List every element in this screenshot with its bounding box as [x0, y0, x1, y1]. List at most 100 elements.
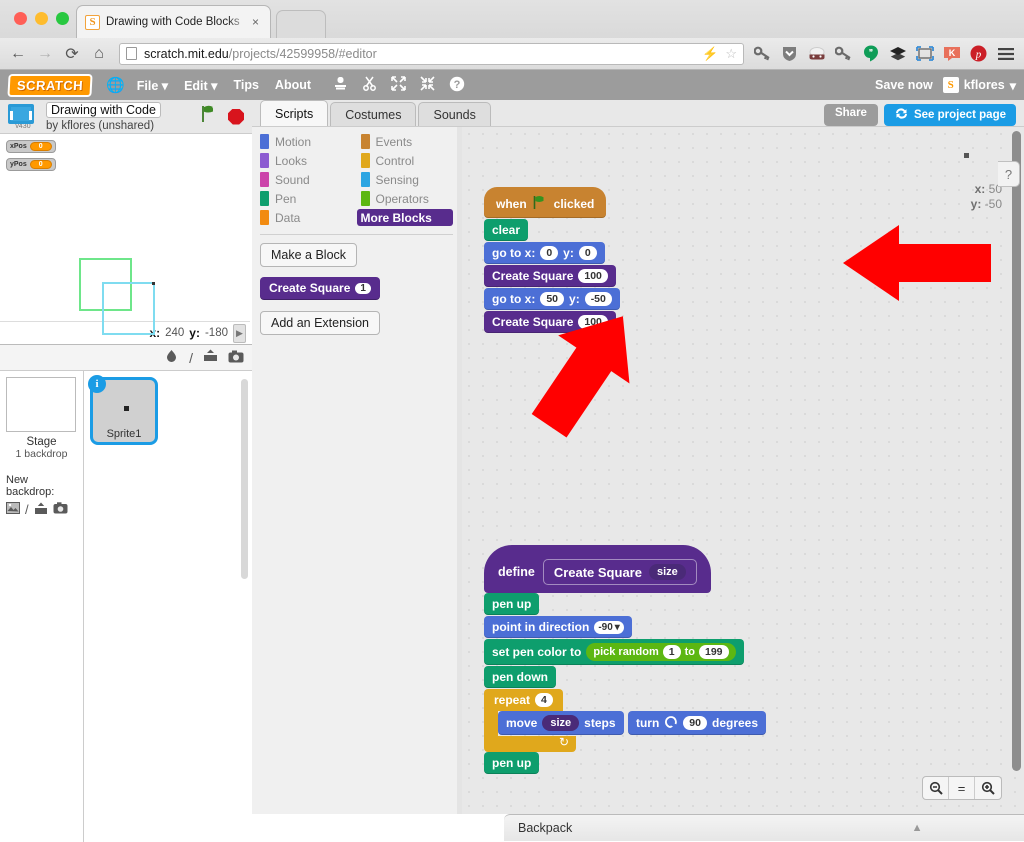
sprite-item-sprite1[interactable]: i Sprite1: [88, 375, 158, 445]
block-pen-down[interactable]: pen down: [484, 666, 556, 688]
address-bar[interactable]: scratch.mit.edu/projects/42599958/#edito…: [119, 42, 744, 65]
proc-param-size[interactable]: size: [648, 564, 686, 580]
zoom-in-icon[interactable]: [975, 777, 1001, 799]
library-backdrop-icon[interactable]: [6, 502, 20, 518]
backpack-expand-icon[interactable]: ▲: [572, 822, 1024, 834]
key-icon-2[interactable]: [833, 43, 854, 64]
block-go-to-xy-1[interactable]: go to x: 0 y: 0: [484, 242, 605, 264]
category-motion[interactable]: Motion: [260, 133, 353, 150]
category-sound[interactable]: Sound: [260, 171, 353, 188]
backpack-bar[interactable]: Backpack ▲: [504, 814, 1024, 841]
category-sensing[interactable]: Sensing: [360, 171, 454, 188]
new-sprite-paint-icon[interactable]: [164, 349, 179, 367]
go-to-y-value[interactable]: 0: [578, 246, 597, 260]
key-icon[interactable]: [752, 43, 773, 64]
custom-block-arg[interactable]: 1: [355, 282, 371, 294]
sprite-info-badge[interactable]: i: [88, 375, 106, 393]
share-button[interactable]: Share: [823, 104, 878, 126]
category-pen[interactable]: Pen: [260, 190, 353, 207]
category-events[interactable]: Events: [360, 133, 454, 150]
reload-icon[interactable]: ⟳: [60, 42, 84, 66]
user-menu[interactable]: S kflores ▾: [942, 77, 1016, 93]
scratch-logo[interactable]: SCRATCH: [7, 73, 93, 97]
category-operators[interactable]: Operators: [360, 190, 454, 207]
variable-watcher-ypos[interactable]: yPos 0: [6, 158, 56, 171]
save-now-button[interactable]: Save now: [875, 78, 933, 92]
stage-display[interactable]: xPos 0 yPos 0: [0, 134, 250, 335]
create-square-size-value[interactable]: 100: [578, 269, 608, 283]
help-icon[interactable]: ?: [449, 76, 465, 95]
window-controls[interactable]: [14, 12, 69, 25]
category-more-blocks[interactable]: More Blocks: [356, 209, 453, 226]
add-an-extension-button[interactable]: Add an Extension: [260, 311, 380, 335]
minimize-window-button[interactable]: [35, 12, 48, 25]
block-turn-degrees[interactable]: turn 90 degrees: [627, 711, 767, 735]
klout-icon[interactable]: K: [941, 43, 962, 64]
block-pen-up-2[interactable]: pen up: [484, 752, 540, 774]
browser-tab[interactable]: S Drawing with Code Blocks ×: [76, 5, 271, 38]
stage-size-control[interactable]: v430: [8, 103, 38, 130]
variable-watcher-xpos[interactable]: xPos 0: [6, 140, 56, 153]
menu-edit[interactable]: Edit ▾: [184, 78, 217, 93]
close-icon[interactable]: ×: [249, 15, 262, 29]
screenshot-frame-icon[interactable]: [914, 43, 935, 64]
pick-random-from[interactable]: 1: [662, 645, 681, 659]
block-set-pen-color-to[interactable]: set pen color to pick random 1 to 199: [484, 639, 744, 665]
turn-degrees-value[interactable]: 90: [683, 716, 707, 730]
forward-icon[interactable]: →: [33, 42, 57, 66]
tab-costumes[interactable]: Costumes: [330, 102, 417, 126]
grow-icon[interactable]: [391, 76, 406, 94]
menu-about[interactable]: About: [275, 78, 311, 92]
move-size-variable[interactable]: size: [542, 715, 580, 731]
green-flag-icon[interactable]: [200, 105, 220, 128]
block-repeat[interactable]: repeat 4 move size steps turn 90 degrees…: [484, 689, 767, 752]
menu-file[interactable]: File ▾: [137, 78, 168, 93]
stamp-icon[interactable]: [333, 76, 348, 94]
block-when-flag-clicked[interactable]: when clicked: [484, 187, 607, 218]
zoom-reset-button[interactable]: =: [949, 777, 975, 799]
stage-selector[interactable]: Stage 1 backdrop New backdrop: /: [0, 371, 84, 842]
scissors-icon[interactable]: [362, 76, 377, 94]
block-clear[interactable]: clear: [484, 219, 529, 241]
menu-tips[interactable]: Tips: [233, 78, 258, 92]
category-data[interactable]: Data: [260, 209, 353, 226]
zoom-out-icon[interactable]: [923, 777, 949, 799]
script-stack-definition[interactable]: define Create Square size pen up point i…: [484, 545, 767, 775]
fullscreen-stage-icon[interactable]: [8, 103, 34, 124]
globe-icon[interactable]: 🌐: [106, 76, 125, 94]
upload-sprite-icon[interactable]: [203, 349, 218, 366]
repeat-times-value[interactable]: 4: [535, 693, 553, 707]
camera-backdrop-icon[interactable]: [53, 502, 68, 518]
bookmark-star-icon[interactable]: ☆: [725, 46, 737, 62]
menu-icon[interactable]: [995, 43, 1016, 64]
repeat-header[interactable]: repeat 4: [484, 689, 563, 711]
pinterest-icon[interactable]: p: [968, 43, 989, 64]
go-to-x-value[interactable]: 0: [540, 246, 559, 260]
upload-backdrop-icon[interactable]: [34, 502, 48, 518]
block-define-create-square[interactable]: define Create Square size: [484, 545, 711, 593]
category-control[interactable]: Control: [360, 152, 454, 169]
new-sprite-brush-icon[interactable]: /: [189, 350, 193, 366]
close-window-button[interactable]: [14, 12, 27, 25]
hangouts-icon[interactable]: ❞: [860, 43, 881, 64]
palette-custom-block-create-square[interactable]: Create Square 1: [260, 277, 380, 299]
category-looks[interactable]: Looks: [260, 152, 353, 169]
make-a-block-button[interactable]: Make a Block: [260, 243, 358, 267]
shrink-icon[interactable]: [420, 76, 435, 94]
block-point-in-direction[interactable]: point in direction -90 ▾: [484, 616, 632, 638]
paint-backdrop-icon[interactable]: /: [25, 502, 29, 518]
canvas-scrollbar[interactable]: [1012, 131, 1021, 771]
stop-icon[interactable]: [228, 108, 244, 125]
direction-dropdown[interactable]: -90 ▾: [594, 620, 624, 634]
pick-random-to[interactable]: 199: [698, 645, 729, 659]
incognito-mask-icon[interactable]: [806, 43, 827, 64]
block-pick-random[interactable]: pick random 1 to 199: [586, 643, 736, 661]
expand-stage-arrow-icon[interactable]: ▶: [233, 323, 246, 343]
maximize-window-button[interactable]: [56, 12, 69, 25]
sprite-list-scrollbar[interactable]: [241, 379, 248, 579]
block-move-steps[interactable]: move size steps: [498, 711, 624, 735]
help-tips-button[interactable]: ?: [998, 161, 1020, 187]
see-project-page-button[interactable]: See project page: [883, 104, 1016, 126]
tab-scripts[interactable]: Scripts: [260, 100, 329, 126]
tab-sounds[interactable]: Sounds: [418, 102, 491, 126]
